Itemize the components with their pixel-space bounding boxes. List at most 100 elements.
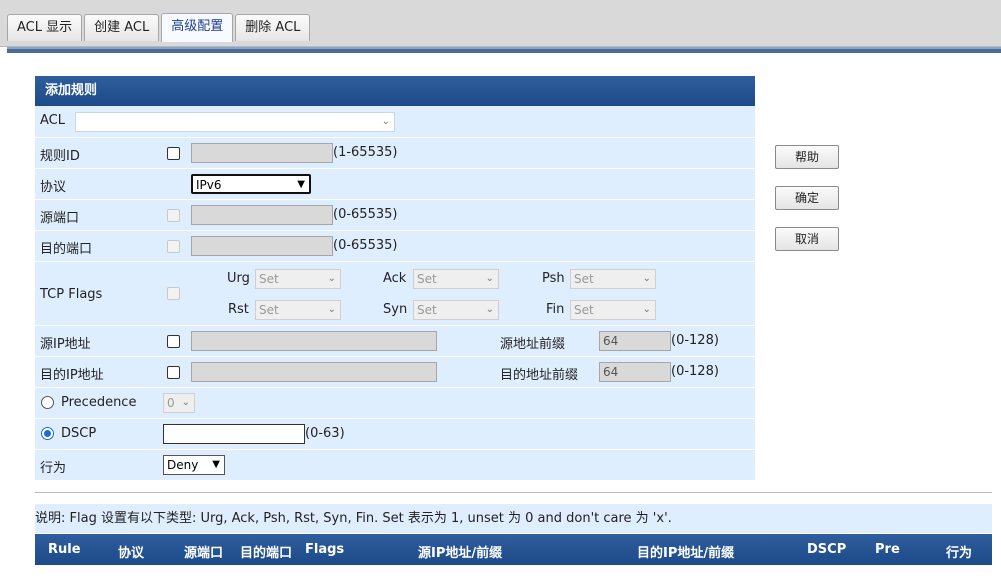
cancel-button[interactable]: 取消 — [775, 227, 839, 251]
dst-prefix-range: (0-128) — [671, 364, 719, 379]
flag-rst-label: Rst — [228, 302, 249, 317]
flag-urg-value: Set — [259, 272, 279, 286]
precedence-radio[interactable] — [41, 396, 54, 409]
flag-psh-value: Set — [574, 272, 594, 286]
flag-ack-label: Ack — [383, 271, 407, 286]
flag-fin-value: Set — [574, 303, 594, 317]
ok-button[interactable]: 确定 — [775, 186, 839, 210]
flag-fin-label: Fin — [546, 302, 565, 317]
flag-psh-label: Psh — [542, 271, 565, 286]
rule-id-range: (1-65535) — [333, 145, 398, 160]
row-src-ip: 源IP地址 源地址前缀 64 (0-128) — [35, 326, 755, 357]
acl-select[interactable]: ⌄ — [75, 112, 395, 132]
flag-rst-value: Set — [259, 303, 279, 317]
col-rule: Rule — [48, 542, 81, 557]
flag-ack-value: Set — [417, 272, 437, 286]
row-dscp: DSCP (0-63) — [35, 419, 755, 450]
row-rule-id: 规则ID (1-65535) — [35, 138, 755, 169]
src-ip-input[interactable] — [191, 331, 437, 351]
row-acl: ACL ⌄ — [35, 106, 755, 138]
col-dst-ip-prefix: 目的IP地址/前缀 — [637, 546, 735, 561]
tab-bar: ACL 显示 创建 ACL 高级配置 删除 ACL — [0, 0, 1001, 47]
flag-syn-select[interactable]: Set ⌄ — [413, 300, 499, 320]
row-src-port: 源端口 (0-65535) — [35, 200, 755, 231]
chevron-down-icon: ▼ — [297, 179, 305, 190]
dst-port-input[interactable] — [191, 236, 333, 256]
dst-ip-input[interactable] — [191, 362, 437, 382]
row-dst-ip: 目的IP地址 目的地址前缀 64 (0-128) — [35, 357, 755, 388]
col-protocol: 协议 — [118, 546, 145, 561]
divider — [35, 492, 992, 493]
flag-syn-label: Syn — [383, 302, 408, 317]
rule-id-label: 规则ID — [40, 149, 80, 164]
precedence-label: Precedence — [61, 395, 137, 410]
flag-fin-select[interactable]: Set ⌄ — [570, 300, 656, 320]
src-port-input[interactable] — [191, 205, 333, 225]
src-port-range: (0-65535) — [333, 207, 398, 222]
src-port-label: 源端口 — [40, 211, 80, 226]
row-tcp-flags: TCP Flags Urg Set ⌄ Ack Set ⌄ Psh Set ⌄ … — [35, 262, 755, 326]
col-dscp: DSCP — [807, 542, 847, 557]
tab-underline — [7, 47, 1001, 53]
flag-note: 说明: Flag 设置有以下类型: Urg, Ack, Psh, Rst, Sy… — [35, 504, 992, 533]
dscp-label: DSCP — [61, 426, 97, 441]
flag-rst-select[interactable]: Set ⌄ — [255, 300, 341, 320]
src-port-checkbox[interactable] — [167, 209, 180, 222]
tcp-flags-checkbox[interactable] — [167, 287, 180, 300]
dst-prefix-input[interactable]: 64 — [599, 362, 671, 382]
chevron-down-icon: ⌄ — [181, 397, 190, 408]
src-prefix-range: (0-128) — [671, 333, 719, 348]
dst-port-label: 目的端口 — [40, 242, 93, 257]
rule-id-input[interactable] — [191, 143, 333, 163]
flag-psh-select[interactable]: Set ⌄ — [570, 269, 656, 289]
col-dst-port: 目的端口 — [240, 546, 293, 561]
protocol-label: 协议 — [40, 180, 67, 195]
tab-acl-display[interactable]: ACL 显示 — [7, 14, 83, 41]
chevron-down-icon: ⌄ — [485, 273, 494, 284]
chevron-down-icon: ⌄ — [642, 273, 651, 284]
add-rule-panel: 添加规则 ACL ⌄ 规则ID (1-65535) 协议 IPv6 ▼ 源端口 … — [35, 76, 755, 481]
tab-delete-acl[interactable]: 删除 ACL — [235, 14, 311, 41]
col-flags: Flags — [305, 542, 345, 557]
dst-prefix-label: 目的地址前缀 — [500, 368, 579, 383]
action-label: 行为 — [40, 461, 67, 476]
chevron-down-icon: ⌄ — [642, 304, 651, 315]
flag-urg-select[interactable]: Set ⌄ — [255, 269, 341, 289]
tab-advanced-config[interactable]: 高级配置 — [161, 13, 234, 42]
tcp-flags-label: TCP Flags — [40, 287, 103, 302]
chevron-down-icon: ⌄ — [485, 304, 494, 315]
tab-create-acl[interactable]: 创建 ACL — [84, 14, 160, 41]
src-ip-label: 源IP地址 — [40, 337, 91, 352]
dscp-radio[interactable] — [41, 427, 54, 440]
precedence-value: 0 — [167, 396, 175, 410]
flag-urg-label: Urg — [227, 271, 250, 286]
acl-label: ACL — [40, 113, 65, 128]
flag-ack-select[interactable]: Set ⌄ — [413, 269, 499, 289]
dst-ip-label: 目的IP地址 — [40, 368, 104, 383]
row-dst-port: 目的端口 (0-65535) — [35, 231, 755, 262]
chevron-down-icon: ⌄ — [327, 273, 336, 284]
rule-id-checkbox[interactable] — [167, 147, 180, 160]
src-prefix-input[interactable]: 64 — [599, 331, 671, 351]
src-prefix-label: 源地址前缀 — [500, 337, 566, 352]
dst-port-range: (0-65535) — [333, 238, 398, 253]
src-ip-checkbox[interactable] — [167, 335, 180, 348]
help-button[interactable]: 帮助 — [775, 145, 839, 169]
col-src-ip-prefix: 源IP地址/前缀 — [418, 546, 503, 561]
action-select[interactable]: Deny ▼ — [163, 455, 225, 475]
rules-table-header: Rule 协议 源端口 目的端口 Flags 源IP地址/前缀 目的IP地址/前… — [35, 534, 992, 565]
chevron-down-icon: ▼ — [212, 459, 220, 470]
chevron-down-icon: ⌄ — [327, 304, 336, 315]
col-pre: Pre — [875, 542, 900, 557]
chevron-down-icon: ⌄ — [381, 116, 390, 127]
protocol-select-value: IPv6 — [196, 178, 222, 192]
dscp-range: (0-63) — [305, 426, 345, 441]
dst-port-checkbox[interactable] — [167, 240, 180, 253]
protocol-select[interactable]: IPv6 ▼ — [191, 174, 311, 194]
flag-syn-value: Set — [417, 303, 437, 317]
dst-ip-checkbox[interactable] — [167, 366, 180, 379]
panel-title: 添加规则 — [35, 76, 755, 106]
dscp-input[interactable] — [163, 424, 305, 444]
col-action: 行为 — [946, 546, 973, 561]
precedence-select[interactable]: 0 ⌄ — [163, 393, 195, 413]
